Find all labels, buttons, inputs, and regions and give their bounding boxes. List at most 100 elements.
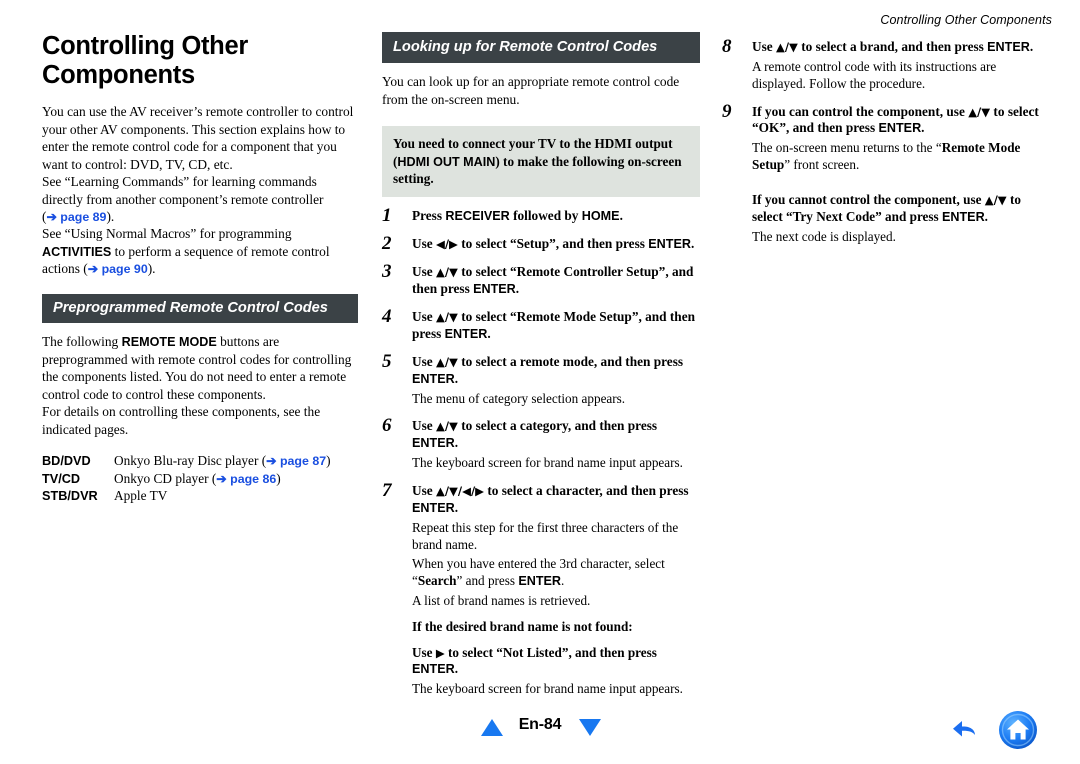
arrow-up-down-icon: ▲/▼ (436, 264, 458, 279)
step-item: 2 Use ◀/▶ to select “Setup”, and then pre… (382, 234, 700, 253)
middle-column: Looking up for Remote Control Codes You … (382, 32, 700, 698)
step-text-run: . (487, 325, 491, 341)
step-instruction: Press RECEIVER followed by HOME. (412, 208, 700, 225)
button-keyword: ENTER (473, 281, 516, 296)
component-key: STB/DVR (42, 489, 98, 504)
arrow-up-down-icon: ▲/▼ (984, 192, 1007, 207)
section-header-lookup: Looking up for Remote Control Codes (382, 32, 700, 64)
step-item: 3 Use ▲/▼ to select “Remote Controller Se… (382, 262, 700, 298)
step-text-run: to select a brand, and then press (797, 39, 988, 54)
step-text-run: Use (412, 482, 437, 498)
home-icon[interactable] (996, 708, 1040, 752)
preprogrammed-paragraph-2: For details on controlling these compone… (42, 404, 321, 437)
list-item: TV/CD Onkyo CD player (➔ page 86) (42, 470, 358, 488)
step-item: 9 If you can control the component, use ▲… (722, 100, 1042, 138)
step-number: 8 (722, 36, 732, 57)
note-box: You need to connect your TV to the HDMI … (382, 126, 700, 198)
step-text-run: . (454, 499, 459, 515)
step-number: 7 (382, 479, 392, 501)
step-text-run: If you can control the component, use (752, 103, 969, 119)
enter-keyword: ENTER (941, 209, 985, 224)
step-text-run: . (454, 370, 459, 386)
component-desc: Onkyo Blu-ray Disc player ( (114, 453, 267, 469)
page-link-89[interactable]: ➔ page 89 (46, 210, 106, 224)
intro-text-2-end: ). (106, 209, 115, 224)
button-keyword: ENTER (444, 326, 488, 341)
button-keyword: RECEIVER (445, 209, 510, 224)
step-result-text: The menu of category selection appears. (412, 390, 626, 406)
intro-paragraph-3: See “Using Normal Macros” for programmin… (42, 225, 358, 277)
left-column: Controlling Other Components You can use… (42, 32, 358, 505)
step-text-run: . (619, 208, 623, 224)
next-page-button[interactable] (579, 719, 601, 736)
step-instruction: Use ▲/▼ to select “Remote Mode Setup”, a… (412, 309, 700, 343)
step-text-run: . (454, 435, 459, 451)
step-instruction: Use ◀/▶ to select “Setup”, and then pres… (412, 236, 700, 253)
lookup-intro: You can look up for an appropriate remot… (382, 74, 680, 107)
component-value: Apple TV (114, 488, 168, 504)
component-value: Onkyo CD player (➔ page 86) (114, 470, 358, 487)
lookup-steps: 1 Press RECEIVER followed by HOME. 2 Use ◀/… (382, 206, 700, 553)
step-text-run: Use (412, 236, 437, 251)
prepro-text-a: The following (42, 334, 122, 350)
cannot-control-instruction: If you cannot control the component, use… (722, 192, 1042, 226)
page-link-87[interactable]: ➔ page 87 (266, 454, 326, 468)
component-value: Onkyo Blu-ray Disc player (➔ page 87) (114, 452, 358, 469)
running-header: Controlling Other Components (880, 13, 1052, 27)
arrow-up-down-icon: ▲/▼ (436, 419, 458, 434)
manual-page: Controlling Other Components Controlling… (0, 0, 1080, 764)
step-text-run: Use (752, 39, 777, 54)
step7-text-c: . (561, 573, 565, 589)
step-text-run: to select a remote mode, and then press (457, 353, 684, 369)
button-keyword: ENTER (878, 121, 922, 136)
step-text-run: Press (412, 208, 446, 224)
intro-paragraph-2: See “Learning Commands” for learning com… (42, 173, 358, 225)
footer-navigation: En-84 (0, 704, 1080, 750)
back-arrow-icon[interactable] (948, 712, 984, 748)
component-desc: Onkyo CD player ( (114, 470, 217, 486)
cannot-control-result: The next code is displayed. (752, 228, 896, 244)
preprogrammed-paragraph-1: The following REMOTE MODE buttons are pr… (42, 333, 358, 403)
button-keyword: ENTER (412, 500, 455, 515)
step-number: 9 (722, 100, 732, 122)
component-key: TV/CD (42, 471, 81, 486)
step-result-text: Repeat this step for the first three cha… (412, 519, 679, 552)
page-link-90[interactable]: ➔ page 90 (88, 262, 148, 276)
step-text-run: . (515, 280, 520, 296)
arrow-up-down-icon: ▲/▼ (436, 354, 458, 369)
step7-extra-line5: The keyboard screen for brand name input… (412, 681, 683, 697)
arrow-up-down-icon: ▲/▼ (436, 309, 458, 324)
step7-extra-line1: When you have entered the 3rd character,… (382, 556, 700, 590)
arrow-four-way-icon: ▲/▼/◀/▶ (436, 483, 484, 498)
component-paren: ) (276, 470, 281, 486)
step-instruction: Use ▲/▼ to select a category, and then p… (412, 418, 700, 452)
activities-keyword: ACTIVITIES (42, 244, 112, 259)
step-text-run: to select a category, and then press (457, 418, 658, 434)
step-text-run: Use (412, 263, 437, 279)
step-text-run: Use (412, 418, 437, 434)
lookup-steps-continued: 8 Use ▲/▼ to select a brand, and then pre… (722, 36, 1042, 138)
cannot-text-a: If you cannot control the component, use (752, 191, 985, 207)
right-column: 8 Use ▲/▼ to select a brand, and then pre… (722, 32, 1042, 245)
list-item: BD/DVD Onkyo Blu-ray Disc player (➔ page… (42, 452, 358, 470)
enter-keyword: ENTER (518, 574, 562, 589)
list-item: STB/DVR Apple TV (42, 487, 358, 505)
step-instruction: Use ▲/▼ to select a remote mode, and the… (412, 354, 700, 388)
step-instruction: Use ▲/▼/◀/▶ to select a character, and t… (412, 483, 700, 517)
step9-text-a: The on-screen menu returns to the “ (752, 140, 942, 156)
button-keyword: HOME (581, 209, 620, 224)
step-number: 4 (382, 305, 392, 327)
step7-text-b: ” and press (456, 573, 519, 589)
step-text-run: . (1029, 39, 1034, 54)
page-link-86[interactable]: ➔ page 86 (216, 472, 276, 486)
step-item: 4 Use ▲/▼ to select “Remote Mode Setup”, … (382, 305, 700, 343)
step-number: 5 (382, 350, 392, 372)
cannot-text-c: . (984, 208, 988, 224)
section-header-preprogrammed: Preprogrammed Remote Control Codes (42, 293, 358, 324)
previous-page-button[interactable] (481, 719, 503, 736)
intro-text-3: See “Using Normal Macros” for programmin… (42, 226, 292, 242)
page-number-label: En-84 (518, 716, 562, 733)
step-item: 5 Use ▲/▼ to select a remote mode, and th… (382, 350, 700, 408)
notlisted-text-a: Use (412, 644, 436, 660)
step-text-run: to select “Setup”, and then press (457, 236, 649, 251)
